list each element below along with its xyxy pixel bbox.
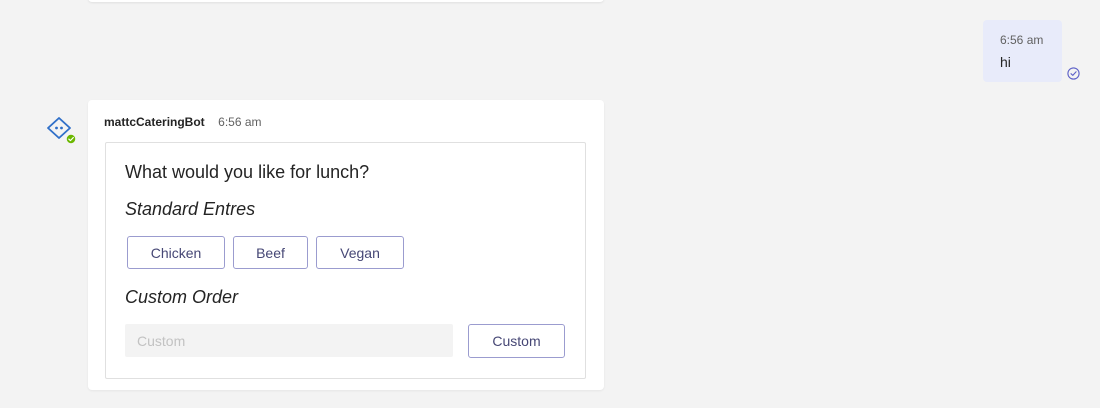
user-message-bubble: 6:56 am hi [983,20,1062,82]
standard-entres-heading: Standard Entres [125,199,256,219]
bot-message-header: mattcCateringBot 6:56 am [104,113,262,131]
beef-button[interactable]: Beef [233,236,308,269]
custom-submit-button[interactable]: Custom [468,324,565,358]
bot-sender-name: mattcCateringBot [104,115,205,129]
vegan-button[interactable]: Vegan [316,236,404,269]
user-message-text: hi [1000,54,1011,70]
card-title: What would you like for lunch? [125,162,370,182]
bot-avatar-icon [47,117,76,145]
custom-order-heading: Custom Order [125,287,239,307]
bot-message-time: 6:56 am [218,115,262,129]
previous-message-card [88,0,604,2]
user-message-time: 6:56 am [1000,33,1044,47]
adaptive-card: What would you like for lunch? Standard … [105,142,586,379]
read-check-icon [1067,67,1080,80]
bot-message: mattcCateringBot 6:56 am What would you … [88,100,604,390]
custom-order-input[interactable] [125,324,453,357]
chicken-button[interactable]: Chicken [127,236,225,269]
